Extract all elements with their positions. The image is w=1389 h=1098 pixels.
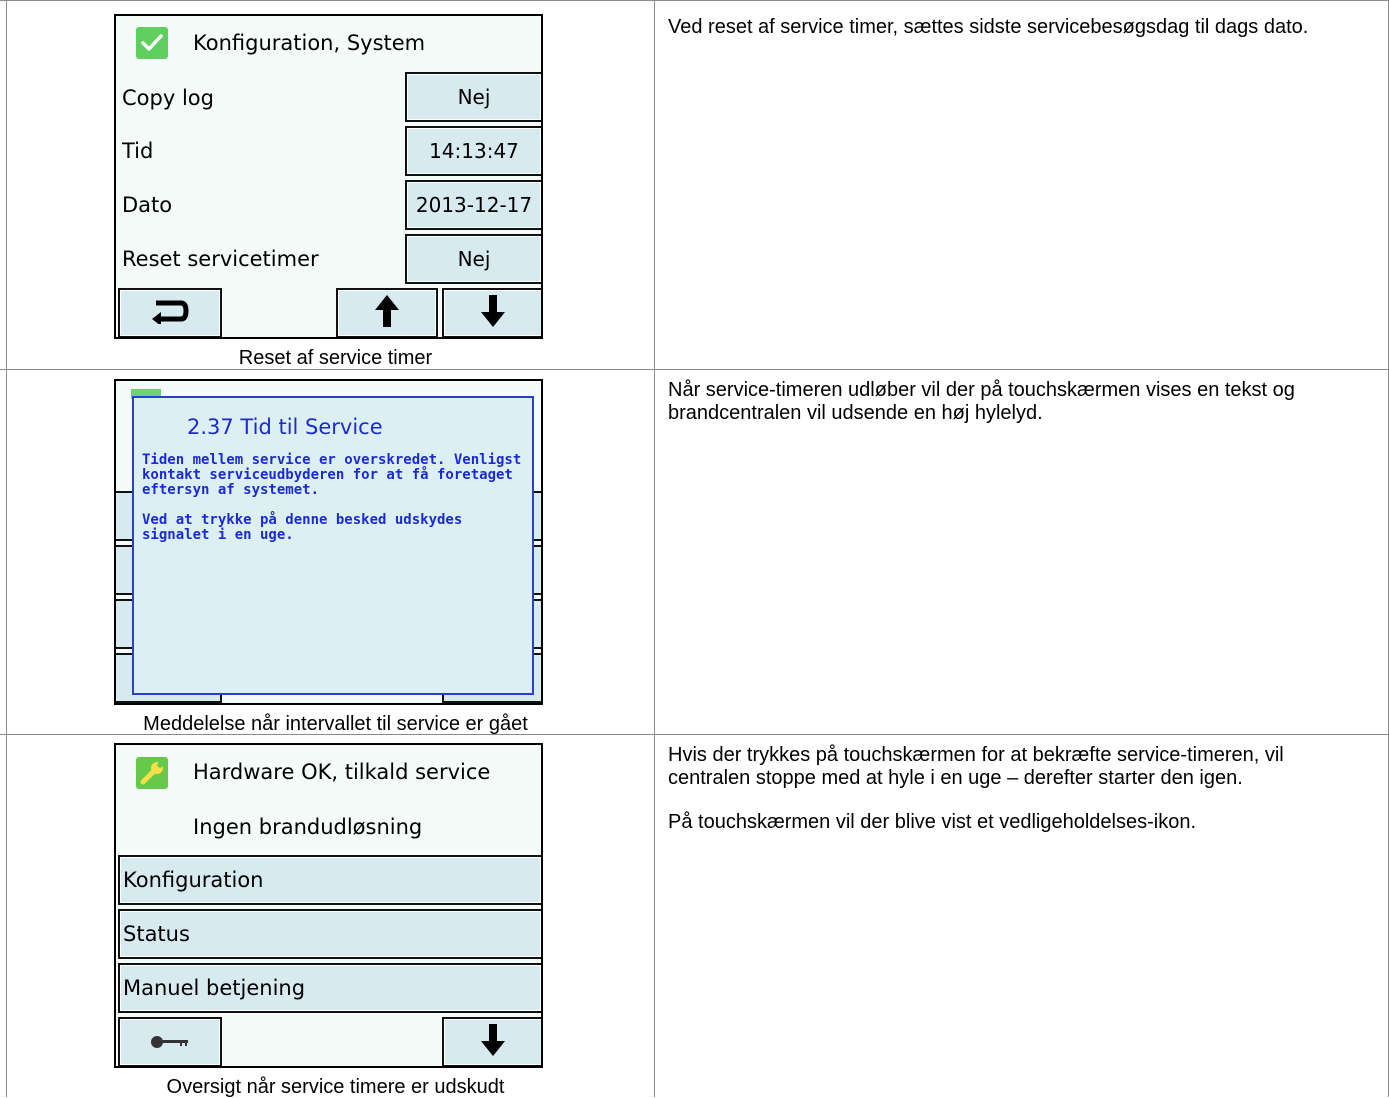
caption-row-3: Oversigt når service timere er udskudt	[166, 1076, 505, 1098]
caption-row-1: Reset af service timer	[238, 347, 433, 369]
menu-item-manuel-betjening[interactable]: Manuel betjening	[118, 963, 541, 1013]
dialog-body: Tiden mellem service er overskredet. Ven…	[142, 453, 527, 558]
table-border-left	[6, 0, 7, 1097]
dialog-title: 2.37 Tid til Service	[187, 415, 383, 439]
description-row-1: Ved reset af service timer, sættes sidst…	[668, 16, 1348, 60]
arrow-down-icon	[480, 1023, 506, 1062]
scroll-down-button[interactable]	[442, 1017, 541, 1066]
reset-servicetimer-value-button[interactable]: Nej	[405, 234, 541, 284]
document-table: Konfiguration, System Copy log Nej Tid 1…	[0, 0, 1389, 1098]
description-paragraph: Ved reset af service timer, sættes sidst…	[668, 16, 1309, 38]
table-column-divider	[654, 0, 655, 1097]
scroll-up-button[interactable]	[336, 288, 438, 337]
description-paragraph: På touchskærmen vil der blive vist et ve…	[668, 811, 1197, 833]
screen-title: Hardware OK, tilkald service	[193, 760, 491, 784]
table-border-top	[0, 0, 1389, 1]
key-icon	[150, 1030, 190, 1054]
dialog-message: Ved at trykke på denne besked udskydes s…	[142, 512, 463, 543]
menu-item-konfiguration[interactable]: Konfiguration	[118, 855, 541, 905]
screen-title: Konfiguration, System	[193, 31, 426, 55]
time-value-button[interactable]: 14:13:47	[405, 126, 541, 176]
status-text: Ingen brandudløsning	[193, 815, 423, 839]
caption-row-2: Meddelelse når intervallet til service e…	[143, 713, 528, 735]
table-row-divider	[0, 369, 1389, 370]
dialog-message: Tiden mellem service er overskredet. Ven…	[142, 452, 522, 498]
back-button[interactable]	[118, 288, 222, 337]
description-row-2: Når service-timeren udløber vil der på t…	[668, 379, 1348, 446]
field-label-tid: Tid	[122, 139, 154, 163]
field-label-dato: Dato	[122, 193, 173, 217]
description-paragraph: Hvis der trykkes på touchskærmen for at …	[668, 744, 1284, 789]
arrow-down-icon	[480, 294, 506, 333]
menu-item-status[interactable]: Status	[118, 909, 541, 959]
date-value-button[interactable]: 2013-12-17	[405, 180, 541, 230]
arrow-up-icon	[374, 294, 400, 333]
description-paragraph: Når service-timeren udløber vil der på t…	[668, 379, 1295, 424]
field-label-copy-log: Copy log	[122, 86, 214, 110]
return-icon	[150, 298, 190, 329]
service-alert-dialog[interactable]: 2.37 Tid til Service Tiden mellem servic…	[132, 396, 534, 695]
copy-log-value-button[interactable]: Nej	[405, 72, 541, 122]
login-key-button[interactable]	[118, 1017, 222, 1066]
wrench-icon	[136, 757, 168, 789]
field-label-reset-servicetimer: Reset servicetimer	[122, 247, 319, 271]
description-row-3: Hvis der trykkes på touchskærmen for at …	[668, 744, 1348, 855]
scroll-down-button[interactable]	[442, 288, 541, 337]
touchscreen-service-alert: 2.37 Tid til Service Tiden mellem servic…	[114, 379, 543, 705]
check-icon	[136, 27, 168, 59]
touchscreen-config-system: Konfiguration, System Copy log Nej Tid 1…	[114, 14, 543, 339]
touchscreen-overview: Hardware OK, tilkald service Ingen brand…	[114, 743, 543, 1068]
